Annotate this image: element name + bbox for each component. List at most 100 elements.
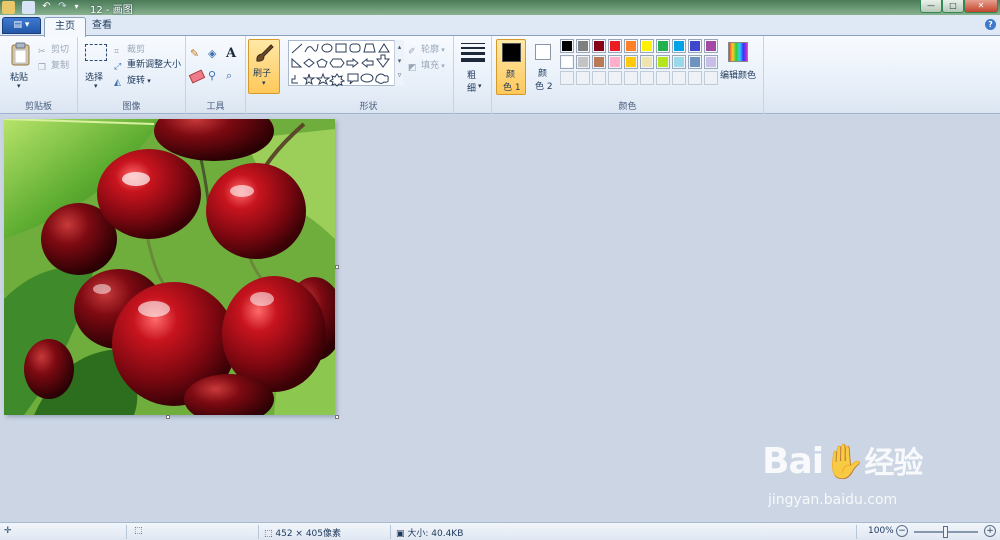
palette-swatch[interactable] xyxy=(656,39,670,53)
palette-swatch-empty[interactable] xyxy=(560,71,574,85)
palette-swatch[interactable] xyxy=(576,39,590,53)
size-button[interactable]: 粗 细 ▾ xyxy=(458,40,488,94)
brushes-label: 刷子 xyxy=(253,69,272,79)
palette-swatch[interactable] xyxy=(656,55,670,69)
help-icon[interactable]: ? xyxy=(985,19,996,30)
line-size-icon xyxy=(461,58,485,62)
magnifier-icon[interactable]: ⌕ xyxy=(226,69,242,85)
color-picker-icon[interactable]: ⚲ xyxy=(208,69,224,85)
undo-icon[interactable]: ↶ xyxy=(40,1,53,14)
palette-swatch[interactable] xyxy=(640,39,654,53)
fill-button[interactable]: ◩ 填充 ▾ xyxy=(408,58,445,74)
size-label-bottom: 细 xyxy=(467,84,477,94)
rotate-icon: ◭ xyxy=(114,78,121,88)
resize-handle-bottom[interactable] xyxy=(166,415,170,419)
crop-button[interactable]: ⌗ 裁剪 xyxy=(114,42,145,58)
palette-swatch-empty[interactable] xyxy=(688,71,702,85)
palette-swatch[interactable] xyxy=(688,39,702,53)
color2-button[interactable]: 颜 色 2 xyxy=(530,39,558,95)
palette-swatch[interactable] xyxy=(592,39,606,53)
palette-swatch-empty[interactable] xyxy=(592,71,606,85)
tab-view[interactable]: 查看 xyxy=(82,17,122,37)
color2-label-bottom: 色 2 xyxy=(535,82,553,92)
pentagon-shape-icon xyxy=(316,58,328,68)
palette-swatch[interactable] xyxy=(576,55,590,69)
resize-icon: ⤢ xyxy=(114,62,122,72)
color2-swatch xyxy=(535,44,551,60)
rotate-dropdown-icon: ▾ xyxy=(145,77,151,85)
cut-button[interactable]: ✂ 剪切 xyxy=(38,42,69,58)
callout-oval-shape-icon xyxy=(360,73,374,83)
app-menu-button[interactable]: ▤ ▾ xyxy=(2,17,41,34)
curve-shape-icon xyxy=(304,43,319,53)
triangle-shape-icon xyxy=(378,43,390,53)
palette-swatch[interactable] xyxy=(704,55,718,69)
edit-colors-button[interactable]: 编辑颜色 xyxy=(720,40,762,96)
scissors-icon: ✂ xyxy=(38,47,46,57)
palette-swatch-empty[interactable] xyxy=(640,71,654,85)
save-icon[interactable] xyxy=(22,1,35,14)
palette-swatch[interactable] xyxy=(704,39,718,53)
shapes-gallery-icons[interactable] xyxy=(289,41,405,87)
color1-label-top: 颜 xyxy=(506,70,516,80)
palette-swatch-empty[interactable] xyxy=(624,71,638,85)
selection-size-icon: ⬚ xyxy=(134,526,143,536)
palette-swatch-empty[interactable] xyxy=(704,71,718,85)
tools-group: ✎ ◈ A ⚲ ⌕ 工具 xyxy=(186,36,246,114)
palette-swatch-empty[interactable] xyxy=(576,71,590,85)
minimize-button[interactable]: — xyxy=(920,0,942,13)
paste-button[interactable]: 粘贴 ▾ xyxy=(6,40,36,96)
pencil-icon[interactable]: ✎ xyxy=(190,47,206,63)
resize-handle-right[interactable] xyxy=(335,265,339,269)
palette-swatch[interactable] xyxy=(608,55,622,69)
outline-button[interactable]: ✐ 轮廓 ▾ xyxy=(408,42,445,58)
palette-swatch[interactable] xyxy=(640,55,654,69)
drawing-canvas[interactable] xyxy=(4,119,335,415)
tools-group-label: 工具 xyxy=(206,102,225,112)
palette-swatch-empty[interactable] xyxy=(656,71,670,85)
text-tool-icon[interactable]: A xyxy=(226,46,242,62)
palette-swatch-empty[interactable] xyxy=(672,71,686,85)
tab-home[interactable]: 主页 xyxy=(44,17,86,37)
shapes-gallery xyxy=(288,40,405,87)
palette-swatch[interactable] xyxy=(688,55,702,69)
brushes-button[interactable]: 刷子 ▾ xyxy=(248,39,280,94)
palette-swatch[interactable] xyxy=(592,55,606,69)
clipboard-icon xyxy=(11,42,30,66)
oval-shape-icon xyxy=(321,43,333,53)
palette-swatch[interactable] xyxy=(560,55,574,69)
fill-icon: ◩ xyxy=(408,63,417,73)
palette-swatch[interactable] xyxy=(672,39,686,53)
menu-icon: ▤ ▾ xyxy=(13,20,30,30)
palette-swatch[interactable] xyxy=(624,55,638,69)
zoom-in-button[interactable]: + xyxy=(984,525,996,537)
eraser-icon[interactable] xyxy=(188,69,206,84)
cursor-position-icon: ✛ xyxy=(4,526,12,536)
palette-swatch-empty[interactable] xyxy=(608,71,622,85)
palette-swatch[interactable] xyxy=(672,55,686,69)
color1-button[interactable]: 颜 色 1 xyxy=(496,39,526,95)
palette-swatch[interactable] xyxy=(624,39,638,53)
zoom-slider-thumb[interactable] xyxy=(943,526,948,538)
color2-label-top: 颜 xyxy=(538,69,548,79)
zoom-out-button[interactable]: − xyxy=(896,525,908,537)
maximize-button[interactable]: □ xyxy=(942,0,964,13)
rotate-button[interactable]: ◭ 旋转 ▾ xyxy=(114,73,151,89)
select-button[interactable]: 选择 ▾ xyxy=(82,40,112,96)
line-shape-icon xyxy=(291,43,303,54)
resize-handle-corner[interactable] xyxy=(335,415,339,419)
copy-button[interactable]: ❐ 复制 xyxy=(38,58,69,74)
right-triangle-shape-icon xyxy=(291,57,303,68)
redo-icon[interactable]: ↷ xyxy=(56,1,69,14)
callout-rect-shape-icon xyxy=(347,73,359,85)
close-button[interactable]: ✕ xyxy=(964,0,998,13)
polygon-shape-icon xyxy=(363,43,376,53)
quick-access-dropdown-icon[interactable]: ▾ xyxy=(70,1,83,14)
fill-bucket-icon[interactable]: ◈ xyxy=(208,47,224,63)
left-arrow-shape-icon xyxy=(361,57,374,69)
shapes-group: ▴ ▾ ▿ ✐ 轮廓 ▾ ◩ 填充 ▾ 形状 xyxy=(284,36,454,114)
shapes-scrollbar[interactable]: ▴ ▾ ▿ xyxy=(394,40,404,86)
palette-swatch[interactable] xyxy=(560,39,574,53)
palette-swatch[interactable] xyxy=(608,39,622,53)
resize-button[interactable]: ⤢ 重新调整大小 xyxy=(114,57,181,73)
